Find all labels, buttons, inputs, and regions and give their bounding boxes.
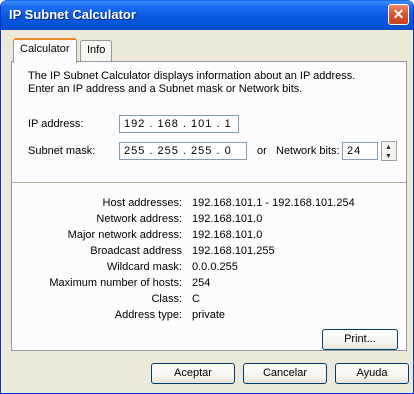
close-button[interactable]: ✕ [388, 4, 409, 25]
host-addresses-value: 192.168.101.1 - 192.168.101.254 [192, 197, 355, 209]
spin-up-icon[interactable]: ▲ [385, 144, 392, 151]
major-network-value: 192.168.101.0 [192, 229, 263, 241]
or-label: or [257, 145, 267, 157]
network-address-label: Network address: [96, 213, 182, 225]
description-line-2: Enter an IP address and a Subnet mask or… [28, 83, 303, 95]
tab-calculator[interactable]: Calculator [13, 38, 77, 63]
subnet-mask-label: Subnet mask: [28, 145, 96, 157]
max-hosts-value: 254 [192, 277, 211, 289]
network-bits-label: Network bits: [276, 145, 340, 157]
wildcard-mask-label: Wildcard mask: [106, 261, 182, 273]
host-addresses-label: Host addresses: [102, 197, 182, 209]
network-bits-field[interactable]: 24 [342, 142, 378, 160]
print-button[interactable]: Print... [322, 329, 398, 350]
network-bits-spinner[interactable]: ▲ ▼ [381, 141, 397, 161]
description-line-1: The IP Subnet Calculator displays inform… [28, 70, 356, 82]
accept-button[interactable]: Aceptar [151, 363, 235, 384]
address-type-label: Address type: [114, 309, 182, 321]
section-divider [12, 182, 406, 184]
subnet-mask-field[interactable]: 255 . 255 . 255 . 0 [119, 142, 247, 160]
class-label: Class: [151, 293, 182, 305]
max-hosts-label: Maximum number of hosts: [49, 277, 182, 289]
broadcast-address-value: 192.168.101.255 [192, 245, 275, 257]
broadcast-address-label: Broadcast address [90, 245, 182, 257]
class-value: C [192, 293, 200, 305]
address-type-value: private [192, 309, 226, 321]
network-address-value: 192.168.101.0 [192, 213, 263, 225]
close-icon: ✕ [392, 6, 405, 22]
wildcard-mask-value: 0.0.0.255 [192, 261, 238, 273]
cancel-button[interactable]: Cancelar [243, 363, 327, 384]
window-title: IP Subnet Calculator [9, 7, 136, 22]
dialog-window: IP Subnet Calculator ✕ Calculator Info T… [0, 0, 414, 394]
calculator-panel: The IP Subnet Calculator displays inform… [11, 61, 407, 351]
major-network-label: Major network address: [67, 229, 182, 241]
description-text: The IP Subnet Calculator displays inform… [28, 70, 398, 96]
tab-info[interactable]: Info [80, 40, 113, 62]
spin-down-icon[interactable]: ▼ [385, 153, 392, 160]
ip-address-label: IP address: [28, 118, 84, 130]
help-button[interactable]: Ayuda [335, 363, 409, 384]
title-bar[interactable]: IP Subnet Calculator ✕ [1, 0, 413, 30]
ip-address-field[interactable]: 192 . 168 . 101 . 1 [119, 115, 239, 133]
